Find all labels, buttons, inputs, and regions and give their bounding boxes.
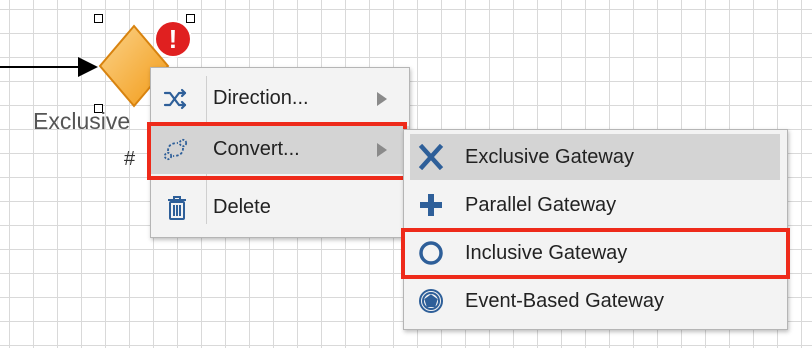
submenu-arrow-icon xyxy=(377,92,387,106)
menu-item-label: Delete xyxy=(213,196,271,218)
x-icon xyxy=(416,142,446,172)
menu-item-delete[interactable]: Delete xyxy=(151,186,409,228)
event-based-icon xyxy=(416,286,446,316)
sequence-flow-line[interactable] xyxy=(0,66,82,68)
submenu-item-event-based-gateway[interactable]: Event-Based Gateway xyxy=(410,278,780,324)
menu-item-direction[interactable]: Direction... xyxy=(151,78,409,120)
resize-handle-top-left[interactable] xyxy=(94,14,103,23)
submenu-item-label: Parallel Gateway xyxy=(465,194,617,216)
warning-badge-icon[interactable]: ! xyxy=(156,22,190,56)
resize-handle-top-right[interactable] xyxy=(186,14,195,23)
menu-item-label: Direction... xyxy=(213,87,309,109)
trash-icon xyxy=(163,194,191,222)
convert-highlight-box xyxy=(147,122,407,180)
submenu-item-label: Event-Based Gateway xyxy=(465,290,664,312)
inclusive-gateway-highlight-box xyxy=(401,228,790,279)
submenu-item-label: Exclusive Gateway xyxy=(465,146,634,168)
submenu-item-parallel-gateway[interactable]: Parallel Gateway xyxy=(410,182,780,228)
gateway-hash-label: # xyxy=(124,148,136,170)
submenu-item-exclusive-gateway[interactable]: Exclusive Gateway xyxy=(410,134,780,180)
shuffle-icon xyxy=(161,85,191,113)
plus-icon xyxy=(416,190,446,220)
gateway-label: Exclusive xyxy=(33,108,131,134)
